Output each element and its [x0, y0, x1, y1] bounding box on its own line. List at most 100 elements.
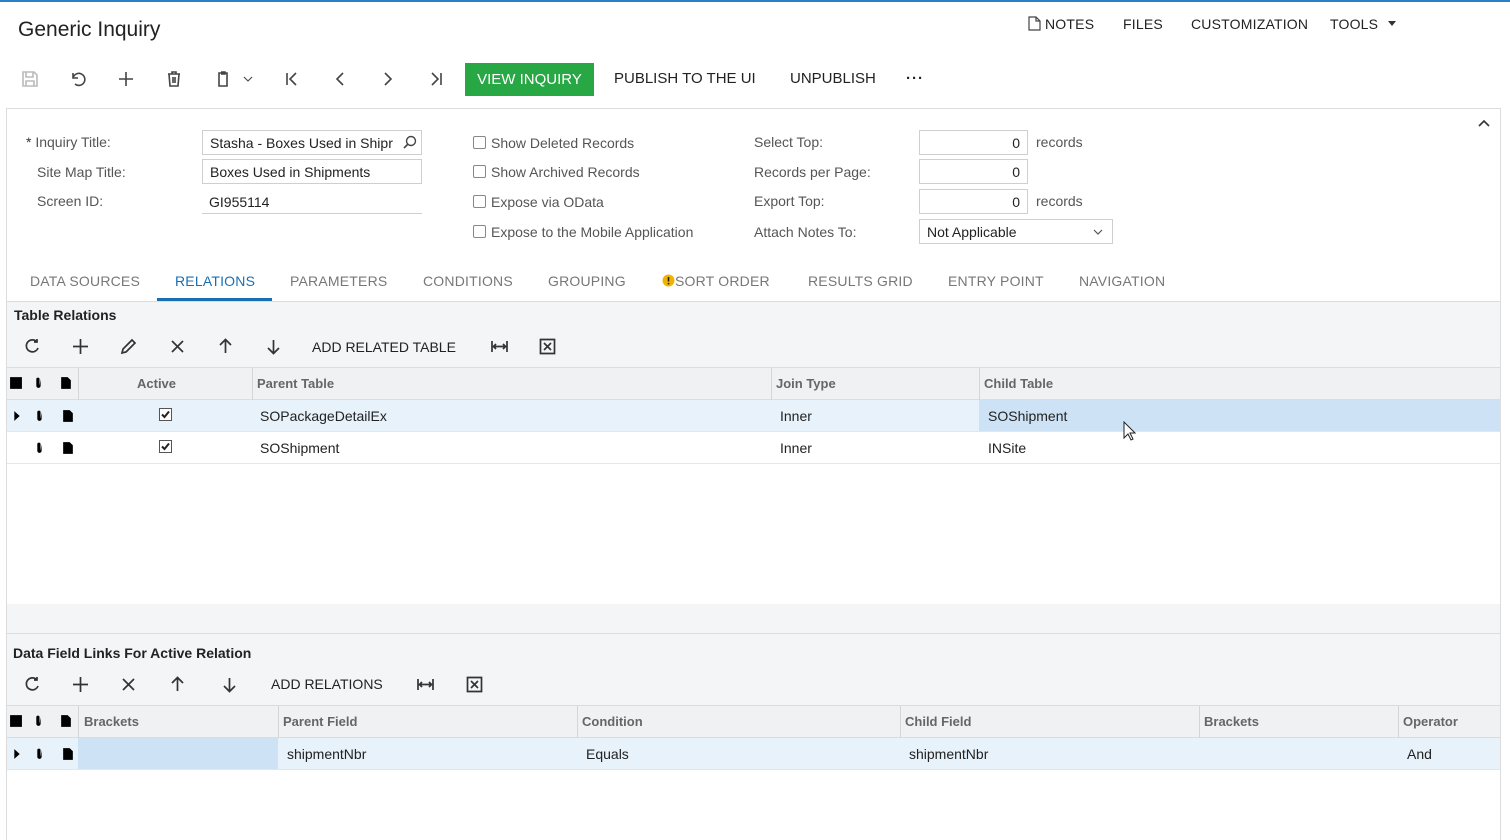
col-child-field[interactable]: Child Field — [905, 714, 971, 729]
records-per-page-field[interactable]: 0 — [919, 159, 1028, 184]
tab-relations[interactable]: RELATIONS — [175, 273, 255, 289]
active-checkbox[interactable] — [159, 440, 172, 453]
note-icon[interactable] — [61, 409, 75, 423]
col-active[interactable]: Active — [137, 376, 176, 391]
tools-menu[interactable]: TOOLS — [1330, 16, 1397, 32]
tab-parameters[interactable]: PARAMETERS — [290, 273, 387, 289]
col-brackets-close[interactable]: Brackets — [1204, 714, 1259, 729]
tab-navigation[interactable]: NAVIGATION — [1079, 273, 1165, 289]
col-brackets-open[interactable]: Brackets — [84, 714, 139, 729]
next-record-button[interactable] — [375, 66, 401, 92]
parent-table-cell[interactable]: SOShipment — [260, 440, 339, 456]
join-type-cell[interactable]: Inner — [780, 440, 812, 456]
refresh-button[interactable] — [20, 334, 44, 358]
last-icon — [431, 72, 442, 86]
tab-data-sources[interactable]: DATA SOURCES — [30, 273, 140, 289]
condition-cell[interactable]: Equals — [586, 746, 629, 762]
attachment-icon[interactable] — [33, 409, 47, 423]
tab-grouping[interactable]: GROUPING — [548, 273, 626, 289]
delete-button[interactable] — [161, 66, 187, 92]
chevron-left-icon — [335, 72, 344, 86]
chevron-down-icon — [1093, 229, 1103, 235]
col-parent-table[interactable]: Parent Table — [257, 376, 334, 391]
more-actions-button[interactable]: ··· — [906, 70, 924, 87]
unpublish-button[interactable]: UNPUBLISH — [790, 70, 876, 87]
site-map-title-field[interactable]: Boxes Used in Shipments — [202, 159, 422, 184]
move-up-button[interactable] — [213, 334, 237, 358]
export-top-field[interactable]: 0 — [919, 189, 1028, 214]
plus-icon — [72, 676, 88, 692]
show-deleted-checkbox[interactable] — [473, 136, 486, 149]
parent-table-cell[interactable]: SOPackageDetailEx — [260, 408, 387, 424]
attach-notes-select[interactable]: Not Applicable — [919, 219, 1113, 244]
add-button[interactable] — [113, 66, 139, 92]
pencil-icon — [120, 338, 136, 354]
add-row-button[interactable] — [68, 334, 92, 358]
parent-field-cell[interactable]: shipmentNbr — [287, 746, 366, 762]
expose-mobile-checkbox[interactable] — [473, 225, 486, 238]
note-icon[interactable] — [61, 441, 75, 455]
export-excel-button[interactable] — [535, 334, 559, 358]
chevron-right-icon[interactable] — [10, 409, 24, 423]
collapse-icon[interactable] — [1478, 119, 1490, 127]
copy-paste-button[interactable] — [210, 66, 236, 92]
fit-columns-button[interactable] — [413, 672, 437, 696]
child-table-cell[interactable]: INSite — [988, 440, 1026, 456]
previous-record-button[interactable] — [327, 66, 353, 92]
chevron-right-icon — [384, 72, 393, 86]
notes-link[interactable]: NOTES — [1028, 16, 1094, 32]
add-relations-button[interactable]: ADD RELATIONS — [271, 676, 383, 692]
splitter[interactable] — [6, 604, 1501, 634]
join-type-cell[interactable]: Inner — [780, 408, 812, 424]
last-record-button[interactable] — [423, 66, 449, 92]
delete-row-button[interactable] — [165, 334, 189, 358]
publish-button[interactable]: PUBLISH TO THE UI — [614, 70, 756, 87]
export-excel-button[interactable] — [462, 672, 486, 696]
fit-columns-button[interactable] — [487, 334, 511, 358]
delete-row-button[interactable] — [116, 672, 140, 696]
expose-odata-checkbox[interactable] — [473, 195, 486, 208]
col-child-table[interactable]: Child Table — [984, 376, 1053, 391]
row-selector-icon — [10, 715, 22, 727]
chevron-right-icon[interactable] — [10, 747, 24, 761]
undo-button[interactable] — [65, 66, 91, 92]
refresh-icon — [25, 338, 39, 353]
view-inquiry-button[interactable]: VIEW INQUIRY — [465, 63, 594, 96]
child-table-cell[interactable]: SOShipment — [988, 408, 1067, 424]
add-related-table-button[interactable]: ADD RELATED TABLE — [312, 339, 456, 355]
copy-paste-dropdown[interactable] — [238, 66, 258, 92]
excel-icon — [466, 676, 482, 692]
inquiry-title-field[interactable]: Stasha - Boxes Used in Shipr — [202, 130, 422, 155]
search-icon[interactable] — [403, 135, 417, 149]
col-parent-field[interactable]: Parent Field — [283, 714, 357, 729]
note-icon[interactable] — [61, 747, 75, 761]
table-row[interactable]: SOPackageDetailEx Inner SOShipment — [7, 400, 1500, 432]
tab-results-grid[interactable]: RESULTS GRID — [808, 273, 913, 289]
operator-cell[interactable]: And — [1407, 746, 1432, 762]
col-operator[interactable]: Operator — [1403, 714, 1458, 729]
edit-row-button[interactable] — [116, 334, 140, 358]
add-row-button[interactable] — [68, 672, 92, 696]
show-archived-checkbox[interactable] — [473, 165, 486, 178]
table-row[interactable]: shipmentNbr Equals shipmentNbr And — [7, 738, 1500, 770]
select-top-field[interactable]: 0 — [919, 130, 1028, 155]
col-join-type[interactable]: Join Type — [776, 376, 836, 391]
customization-link[interactable]: CUSTOMIZATION — [1191, 16, 1308, 32]
active-checkbox[interactable] — [159, 408, 172, 421]
refresh-button[interactable] — [20, 672, 44, 696]
tab-sort-order[interactable]: SORT ORDER — [662, 273, 770, 289]
move-down-button[interactable] — [261, 334, 285, 358]
attachment-icon[interactable] — [33, 441, 47, 455]
col-condition[interactable]: Condition — [582, 714, 643, 729]
attachment-icon[interactable] — [33, 747, 47, 761]
move-up-button[interactable] — [165, 672, 189, 696]
move-down-button[interactable] — [217, 672, 241, 696]
note-icon — [61, 377, 71, 389]
child-field-cell[interactable]: shipmentNbr — [909, 746, 988, 762]
tab-entry-point[interactable]: ENTRY POINT — [948, 273, 1044, 289]
save-button[interactable] — [17, 66, 43, 92]
first-record-button[interactable] — [279, 66, 305, 92]
tab-conditions[interactable]: CONDITIONS — [423, 273, 513, 289]
table-row[interactable]: SOShipment Inner INSite — [7, 432, 1500, 464]
files-link[interactable]: FILES — [1123, 16, 1163, 32]
